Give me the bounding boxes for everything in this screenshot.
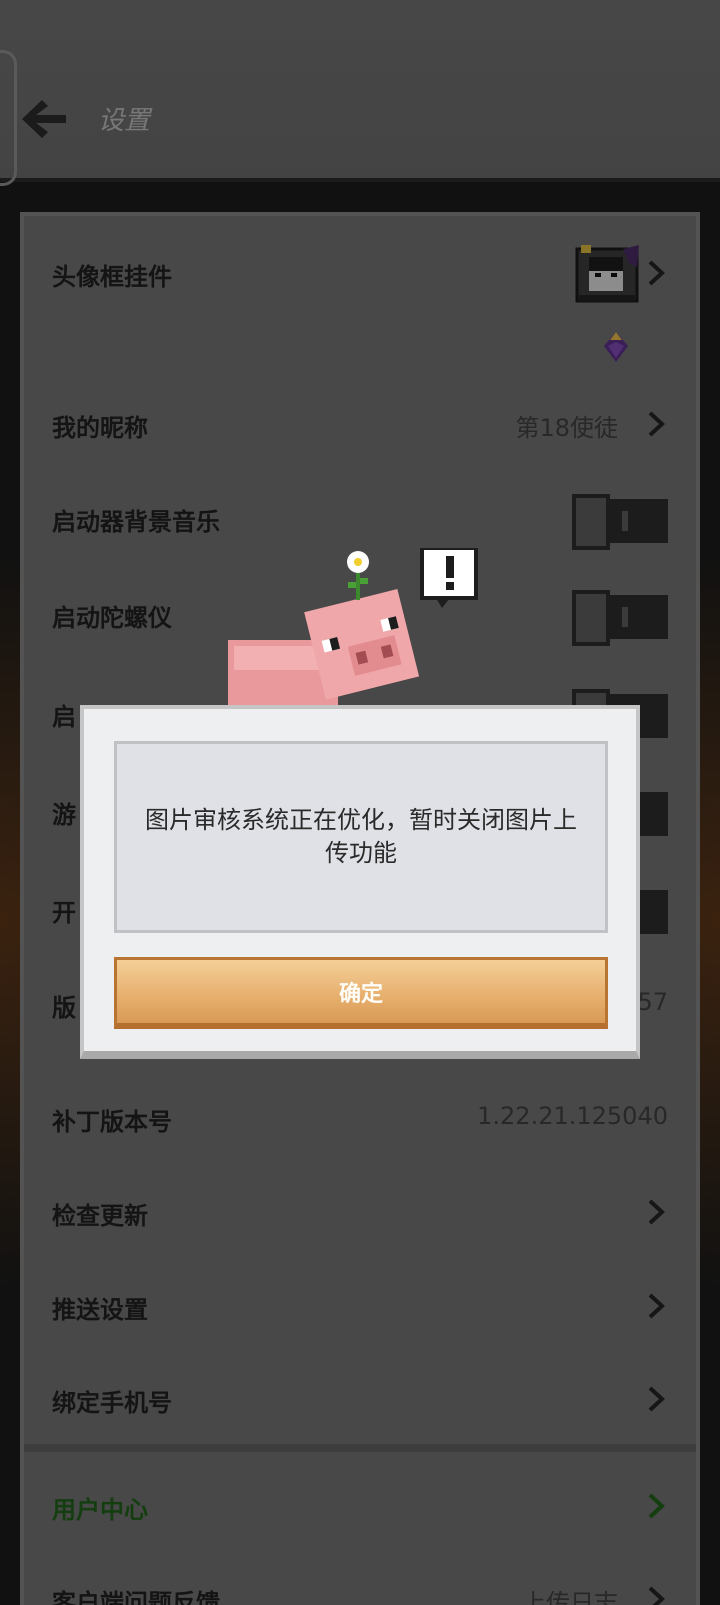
pig-mascot-image bbox=[228, 548, 478, 708]
confirm-button[interactable]: 确定 bbox=[114, 957, 608, 1029]
dialog-message-box: 图片审核系统正在优化，暂时关闭图片上传功能 bbox=[114, 741, 608, 933]
upload-disabled-dialog: 图片审核系统正在优化，暂时关闭图片上传功能 确定 bbox=[80, 705, 640, 1059]
dialog-message: 图片审核系统正在优化，暂时关闭图片上传功能 bbox=[145, 806, 577, 867]
settings-screen: 设置 头像框挂件 我的昵称 第18使徒 启动器背景音乐 启动陀螺仪 启 游 开 … bbox=[0, 0, 720, 1605]
